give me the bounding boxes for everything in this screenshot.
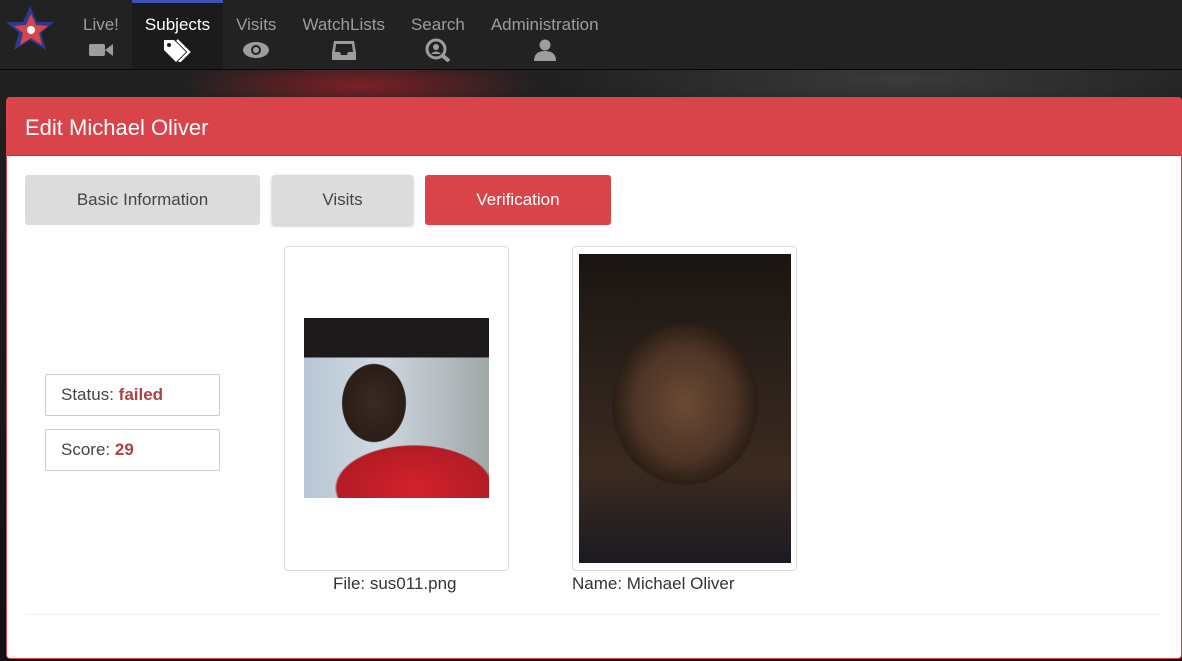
tab-visits[interactable]: Visits (272, 175, 413, 225)
tags-icon (162, 38, 194, 62)
tab-verification[interactable]: Verification (425, 175, 611, 225)
status-box: Status: failed (45, 374, 220, 416)
top-navbar: Live! Subjects Visits WatchLists Search (0, 0, 1182, 70)
eye-icon (242, 38, 270, 62)
score-label: Score: (61, 440, 111, 459)
nav-item-label: Administration (490, 15, 599, 34)
score-box: Score: 29 (45, 429, 220, 471)
subject-tabs: Basic Information Visits Verification (25, 175, 623, 225)
search-face-icon (425, 38, 451, 62)
file-caption: File: sus011.png (333, 574, 457, 593)
nav-item-live[interactable]: Live! (70, 0, 132, 69)
nav-item-watchlists[interactable]: WatchLists (289, 0, 398, 69)
nav-item-label: Live! (83, 15, 119, 34)
nav-item-label: Search (410, 15, 465, 34)
user-icon (533, 38, 557, 62)
inbox-icon (331, 38, 357, 62)
panel-title: Edit Michael Oliver (7, 98, 1181, 156)
status-label: Status: (61, 385, 114, 404)
divider (25, 614, 1161, 615)
edit-subject-panel: Edit Michael Oliver Basic Information Vi… (6, 97, 1182, 659)
nav-item-label: Subjects (144, 15, 211, 34)
nav-item-search[interactable]: Search (398, 0, 478, 69)
nav-item-label: Visits (236, 15, 277, 34)
status-value: failed (118, 385, 164, 404)
score-value: 29 (114, 440, 134, 459)
nav-item-visits[interactable]: Visits (223, 0, 289, 69)
name-caption: Name: Michael Oliver (572, 574, 735, 593)
nav-item-label: WatchLists (302, 15, 385, 34)
nav-item-administration[interactable]: Administration (478, 0, 612, 69)
tab-basic-information[interactable]: Basic Information (25, 175, 260, 225)
probe-photo (304, 318, 489, 498)
probe-image-card (284, 246, 509, 571)
subject-photo (579, 254, 791, 563)
subject-image-card (572, 246, 797, 571)
nav-item-subjects[interactable]: Subjects (131, 0, 224, 69)
video-camera-icon (88, 38, 114, 62)
app-logo[interactable] (0, 0, 70, 70)
